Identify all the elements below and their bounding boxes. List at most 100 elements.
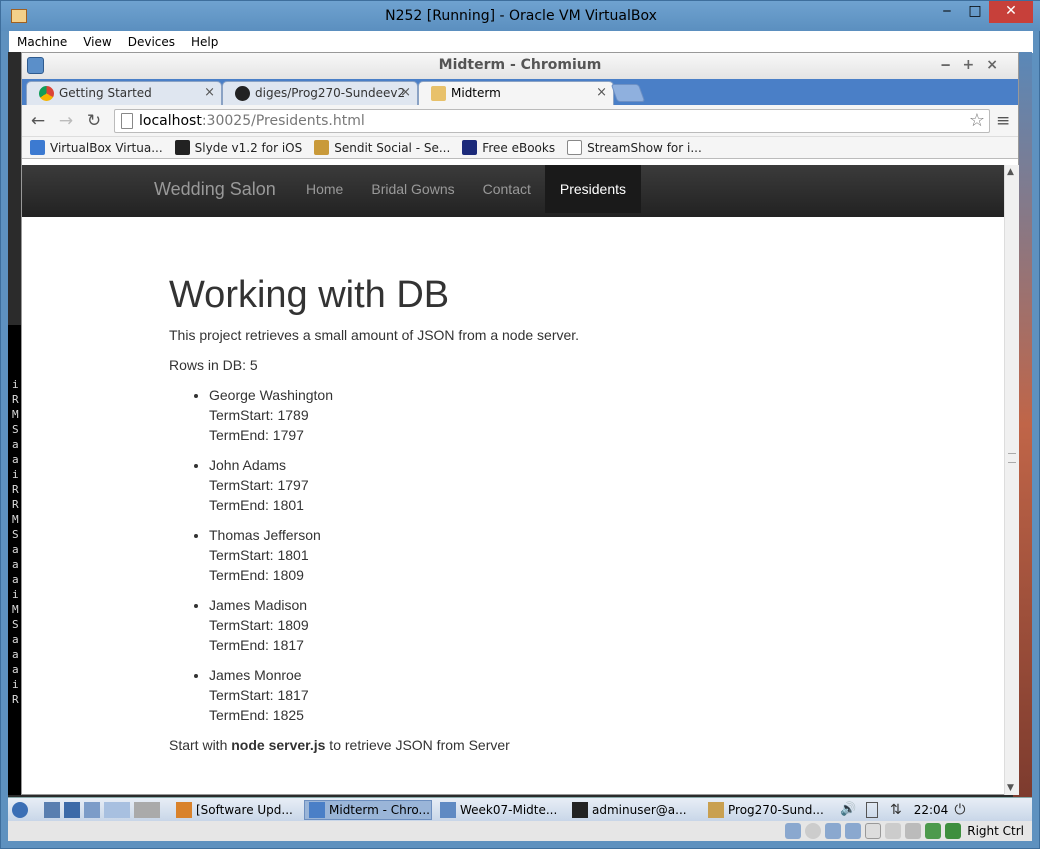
virtualbox-bookmark-icon: [30, 140, 45, 155]
desktop-1-icon[interactable]: [104, 801, 130, 818]
site-navbar: Wedding Salon Home Bridal Gowns Contact …: [22, 165, 1004, 217]
site-nav: Home Bridal Gowns Contact Presidents: [292, 165, 642, 213]
windows-icon[interactable]: [84, 801, 100, 818]
sendit-bookmark-icon: [314, 140, 330, 155]
virtualbox-icon: [11, 9, 27, 23]
forward-arrow-icon[interactable]: →: [54, 109, 78, 133]
list-item: John AdamsTermStart: 1797TermEnd: 1801: [209, 455, 869, 515]
network-icon[interactable]: ⇅: [890, 802, 902, 818]
power-icon[interactable]: ⏻: [954, 802, 965, 818]
start-menu-icon: [12, 801, 28, 818]
page-icon: [121, 113, 133, 129]
network-adapter-icon[interactable]: [925, 823, 942, 839]
chromium-window: Midterm - Chromium ‒+× Getting Started ×…: [21, 52, 1019, 795]
background-terminal: iRMSaaiRRMSaaaiMSaaaiR: [8, 325, 22, 795]
quicklaunch: [40, 800, 168, 820]
page-content: Working with DB This project retrieves a…: [169, 273, 869, 765]
update-icon: [176, 801, 192, 818]
desktop-2-icon[interactable]: [134, 801, 160, 818]
chrome-menu-icon[interactable]: ≡: [996, 109, 1016, 133]
tab-getting-started[interactable]: Getting Started ×: [26, 81, 222, 105]
list-item: George WashingtonTermStart: 1789TermEnd:…: [209, 385, 869, 445]
tab-github[interactable]: diges/Prog270-Sundeev2 ×: [222, 81, 418, 105]
display-icon[interactable]: [865, 823, 882, 839]
menu-view[interactable]: View: [83, 35, 111, 49]
settings-icon[interactable]: [64, 801, 80, 818]
scroll-grip[interactable]: [1008, 453, 1016, 463]
maximize-button[interactable]: □: [961, 1, 989, 23]
clock[interactable]: 22:04: [914, 803, 949, 817]
battery-icon[interactable]: [866, 801, 878, 818]
tab-close-icon[interactable]: ×: [400, 82, 411, 104]
chromium-app-icon: [27, 57, 44, 74]
scroll-down-icon[interactable]: ▼: [1007, 783, 1014, 793]
tab-midterm[interactable]: Midterm ×: [418, 81, 614, 105]
nav-presidents[interactable]: Presidents: [544, 165, 642, 213]
shared-folders-icon[interactable]: [845, 823, 862, 839]
scroll-up-icon[interactable]: ▲: [1007, 167, 1014, 177]
nav-home[interactable]: Home: [292, 165, 357, 213]
github-icon: [235, 86, 250, 101]
menu-devices[interactable]: Devices: [128, 35, 175, 49]
menu-machine[interactable]: Machine: [17, 35, 67, 49]
start-button[interactable]: [8, 800, 36, 820]
virtualbox-statusbar: Right Ctrl: [8, 821, 1032, 841]
minimize-button[interactable]: ‒: [933, 1, 961, 23]
volume-icon[interactable]: 🔊: [840, 802, 856, 818]
chromium-titlebar: Midterm - Chromium ‒+×: [22, 53, 1018, 79]
taskbar-terminal[interactable]: adminuser@a...: [568, 800, 700, 820]
bookmark-slyde[interactable]: Slyde v1.2 for iOS: [174, 140, 302, 155]
cpu-icon[interactable]: [905, 823, 922, 839]
host-key-label: Right Ctrl: [967, 824, 1024, 838]
list-item: Thomas JeffersonTermStart: 1801TermEnd: …: [209, 525, 869, 585]
taskbar-week07[interactable]: Week07-Midte...: [436, 800, 564, 820]
video-capture-icon[interactable]: [885, 823, 902, 839]
menu-help[interactable]: Help: [191, 35, 218, 49]
presidents-list: George WashingtonTermStart: 1789TermEnd:…: [209, 385, 869, 725]
site-brand[interactable]: Wedding Salon: [154, 165, 276, 213]
optical-drive-icon[interactable]: [805, 823, 822, 839]
tab-close-icon[interactable]: ×: [596, 82, 607, 104]
address-bar[interactable]: localhost:30025/Presidents.html ☆: [114, 109, 990, 133]
tab-strip: Getting Started × diges/Prog270-Sundeev2…: [22, 79, 1018, 105]
rows-count: Rows in DB: 5: [169, 357, 258, 373]
virtualbox-menubar: Machine View Devices Help: [9, 31, 1033, 53]
back-arrow-icon[interactable]: ←: [26, 109, 50, 133]
bookmarks-bar: VirtualBox Virtua... Slyde v1.2 for iOS …: [22, 137, 1018, 159]
folder-icon: [440, 801, 456, 818]
terminal-icon: [572, 801, 588, 818]
taskbar-midterm[interactable]: Midterm - Chro...: [304, 799, 432, 820]
nav-contact[interactable]: Contact: [469, 165, 545, 213]
chrome-icon: [39, 86, 54, 101]
footer-text: Start with node server.js to retrieve JS…: [169, 737, 510, 753]
taskbar-software-update[interactable]: [Software Upd...: [172, 800, 300, 820]
web-page: Wedding Salon Home Bridal Gowns Contact …: [22, 165, 1004, 792]
chromium-icon: [309, 801, 325, 818]
intro-text: This project retrieves a small amount of…: [169, 327, 580, 343]
bookmark-star-icon[interactable]: ☆: [969, 110, 985, 132]
page-scrollbar[interactable]: ▲ ▼: [1004, 165, 1019, 795]
page-favicon-icon: [431, 86, 446, 101]
reload-icon[interactable]: ↻: [82, 109, 106, 133]
ebook-bookmark-icon: [462, 140, 478, 155]
bookmark-streamshow[interactable]: StreamShow for i...: [567, 140, 702, 155]
file-manager-icon[interactable]: [44, 801, 60, 818]
nav-bridal-gowns[interactable]: Bridal Gowns: [357, 165, 468, 213]
text-editor-icon: [708, 801, 724, 818]
guest-taskbar: [Software Upd... Midterm - Chro... Week0…: [8, 797, 1032, 821]
list-item: James MonroeTermStart: 1817TermEnd: 1825: [209, 665, 869, 725]
taskbar-prog270[interactable]: Prog270-Sund...: [704, 800, 832, 820]
new-tab-button[interactable]: [610, 84, 646, 102]
bookmark-sendit[interactable]: Sendit Social - Se...: [314, 140, 450, 155]
bookmark-virtualbox[interactable]: VirtualBox Virtua...: [30, 140, 163, 155]
hard-disk-icon[interactable]: [785, 823, 802, 839]
browser-toolbar: ← → ↻ localhost:30025/Presidents.html ☆ …: [22, 105, 1018, 137]
virtualbox-titlebar: N252 [Running] - Oracle VM VirtualBox ‒ …: [1, 1, 1040, 31]
bookmark-free-ebooks[interactable]: Free eBooks: [462, 140, 555, 155]
list-item: James MadisonTermStart: 1809TermEnd: 181…: [209, 595, 869, 655]
usb-icon[interactable]: [825, 823, 842, 839]
mouse-integration-icon[interactable]: [945, 823, 962, 839]
chromium-window-controls[interactable]: ‒+×: [941, 53, 1010, 77]
close-button[interactable]: ✕: [989, 1, 1033, 23]
tab-close-icon[interactable]: ×: [204, 82, 215, 104]
